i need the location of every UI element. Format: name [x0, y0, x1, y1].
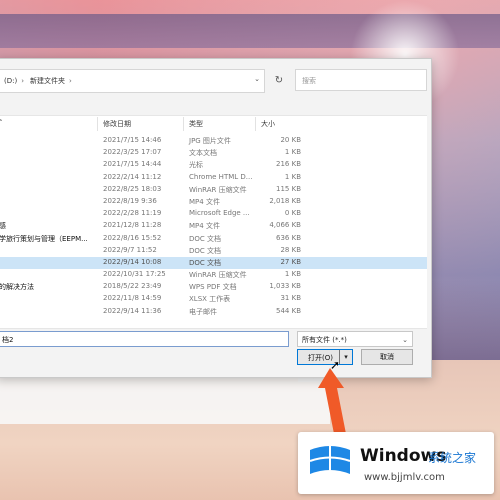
- file-list-header: ˄ 修改日期 类型 大小: [0, 117, 431, 131]
- cell-type: DOC 文档: [189, 258, 222, 267]
- column-type[interactable]: 类型: [189, 119, 203, 129]
- cell-date: 2022/8/19 9:36: [103, 196, 157, 205]
- table-row[interactable]: 2022/11/8 14:59 XLSX 工作表 31 KB: [0, 293, 427, 305]
- site-name: 系统之家: [428, 451, 477, 465]
- column-divider[interactable]: [183, 117, 184, 131]
- cell-type: 光标: [189, 161, 203, 170]
- cell-size: 0 KB: [284, 209, 301, 218]
- cell-size: 31 KB: [280, 294, 301, 303]
- cell-date: 2022/11/8 14:59: [103, 294, 162, 303]
- cell-type: WinRAR 压缩文件: [189, 185, 247, 194]
- column-date[interactable]: 修改日期: [103, 119, 131, 129]
- cell-date: 2021/12/8 11:28: [103, 221, 162, 230]
- windows-badge: Windows 系统之家 www.bjjmlv.com: [298, 432, 494, 494]
- cell-name: 学旅行策划与管理（EEPM...: [0, 234, 88, 243]
- chevron-down-icon: ⌄: [402, 336, 408, 344]
- cell-size: 1 KB: [284, 172, 301, 181]
- cell-type: Microsoft Edge ...: [189, 209, 250, 218]
- cell-type: Chrome HTML D...: [189, 172, 253, 181]
- cell-size: 4,066 KB: [269, 221, 301, 230]
- table-row[interactable]: 学旅行策划与管理（EEPM... 2022/8/16 15:52 DOC 文档 636…: [0, 233, 427, 245]
- table-row[interactable]: 2022/8/19 9:36 MP4 文件 2,018 KB: [0, 196, 427, 208]
- cell-type: DOC 文档: [189, 246, 222, 255]
- cell-date: 2022/9/14 10:08: [103, 257, 162, 266]
- refresh-icon[interactable]: ↻: [269, 71, 289, 91]
- table-row[interactable]: 2022/3/25 17:07 文本文档 1 KB: [0, 147, 427, 159]
- cell-type: 电子邮件: [189, 307, 217, 316]
- cell-type: WinRAR 压缩文件: [189, 271, 247, 280]
- cell-date: 2021/7/15 14:46: [103, 136, 162, 144]
- cell-date: 2018/5/22 23:49: [103, 282, 162, 291]
- sort-up-icon[interactable]: ˄: [0, 119, 3, 127]
- open-file-dialog: (D:) › 新建文件夹 › ⌄ ↻ 搜索 ˄ 修改日期 类型 大小 2021/…: [0, 58, 432, 378]
- cell-date: 2022/8/25 18:03: [103, 184, 162, 193]
- cell-date: 2022/9/14 11:36: [103, 306, 162, 315]
- cell-size: 27 KB: [280, 257, 301, 266]
- cell-date: 2022/10/31 17:25: [103, 270, 166, 279]
- cancel-button[interactable]: 取消: [361, 349, 413, 365]
- cell-type: 文本文档: [189, 149, 217, 158]
- search-input[interactable]: 搜索: [295, 69, 427, 91]
- table-row[interactable]: 2022/10/31 17:25 WinRAR 压缩文件 1 KB: [0, 269, 427, 281]
- table-row[interactable]: 2022/2/14 11:12 Chrome HTML D... 1 KB: [0, 172, 427, 184]
- cell-size: 636 KB: [276, 233, 301, 242]
- column-divider[interactable]: [255, 117, 256, 131]
- cell-size: 544 KB: [276, 306, 301, 315]
- table-row[interactable]: 2022/9/14 11:36 电子邮件 544 KB: [0, 306, 427, 318]
- address-separator-2: ›: [69, 77, 72, 85]
- cell-size: 216 KB: [276, 160, 301, 169]
- address-separator: ›: [21, 77, 25, 85]
- cell-date: 2022/2/14 11:12: [103, 172, 162, 181]
- filetype-select[interactable]: 所有文件 (*.*) ⌄: [297, 331, 413, 347]
- cell-type: WPS PDF 文档: [189, 283, 237, 292]
- cell-name: 的解决方法: [0, 283, 34, 292]
- table-row[interactable]: 2022/2/28 11:19 Microsoft Edge ... 0 KB: [0, 208, 427, 220]
- cell-size: 1 KB: [284, 270, 301, 279]
- cell-type: JPG 图片文件: [189, 137, 231, 145]
- cell-size: 2,018 KB: [269, 196, 301, 205]
- cell-date: 2022/2/28 11:19: [103, 209, 162, 218]
- table-row[interactable]: 2021/7/15 14:44 光标 216 KB: [0, 159, 427, 171]
- table-row[interactable]: 2021/7/15 14:46 JPG 图片文件 20 KB: [0, 135, 427, 147]
- column-size[interactable]: 大小: [261, 119, 275, 129]
- filetype-value: 所有文件 (*.*): [302, 336, 347, 344]
- cell-date: 2022/8/16 15:52: [103, 233, 162, 242]
- cell-date: 2022/3/25 17:07: [103, 148, 162, 157]
- cell-type: XLSX 工作表: [189, 295, 231, 304]
- cell-size: 20 KB: [280, 136, 301, 144]
- cell-size: 115 KB: [276, 184, 301, 193]
- cell-date: 2022/9/7 11:52: [103, 245, 157, 254]
- address-bar[interactable]: (D:) › 新建文件夹 › ⌄: [0, 69, 265, 93]
- cell-size: 1,033 KB: [269, 282, 301, 291]
- cell-size: 28 KB: [280, 245, 301, 254]
- cell-name: 感: [0, 222, 6, 231]
- address-drive[interactable]: (D:): [4, 77, 17, 85]
- site-url: www.bjjmlv.com: [364, 472, 445, 483]
- table-row[interactable]: 2022/9/14 10:08 DOC 文档 27 KB: [0, 256, 427, 270]
- table-row[interactable]: 2022/9/7 11:52 DOC 文档 28 KB: [0, 245, 427, 257]
- chevron-down-icon[interactable]: ⌄: [254, 75, 260, 83]
- cell-type: MP4 文件: [189, 197, 220, 206]
- table-row[interactable]: 感 2021/12/8 11:28 MP4 文件 4,066 KB: [0, 220, 427, 232]
- cell-date: 2021/7/15 14:44: [103, 160, 162, 169]
- address-folder[interactable]: 新建文件夹: [30, 76, 65, 86]
- windows-logo-icon: [309, 446, 351, 474]
- table-row[interactable]: 的解决方法 2018/5/22 23:49 WPS PDF 文档 1,033 KB: [0, 281, 427, 293]
- cell-type: MP4 文件: [189, 222, 220, 231]
- filename-input[interactable]: 档2: [0, 331, 289, 347]
- column-divider[interactable]: [97, 117, 98, 131]
- cell-type: DOC 文档: [189, 234, 222, 243]
- background-window: [0, 374, 330, 424]
- cell-size: 1 KB: [284, 148, 301, 157]
- file-rows: 2021/7/15 14:46 JPG 图片文件 20 KB 2022/3/25 17…: [0, 135, 427, 318]
- table-row[interactable]: 2022/8/25 18:03 WinRAR 压缩文件 115 KB: [0, 184, 427, 196]
